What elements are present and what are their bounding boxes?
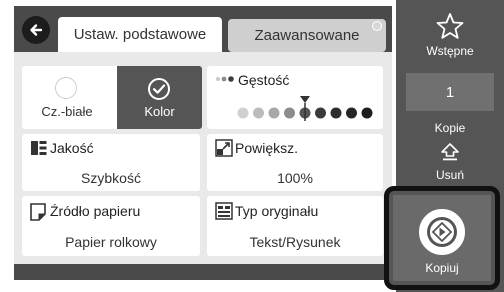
clear-button[interactable]: Usuń — [396, 140, 504, 184]
quality-icon — [31, 141, 47, 155]
density-icon — [216, 76, 234, 82]
clear-label: Usuń — [435, 168, 464, 182]
density-step — [330, 107, 342, 119]
presets-label: Wstępne — [426, 44, 474, 58]
tab-advanced[interactable]: Zaawansowane — [228, 19, 386, 52]
color-mode-card: Cz.-białe Kolor — [22, 66, 202, 129]
original-type-value: Tekst/Rysunek — [249, 234, 341, 250]
copy-button-face: Kopiuj — [393, 195, 491, 281]
quality-card[interactable]: Jakość Szybkość — [22, 134, 200, 191]
density-step — [268, 107, 280, 119]
color-option[interactable]: Kolor — [117, 66, 202, 129]
star-icon — [436, 13, 464, 39]
paper-source-card[interactable]: Źródło papieru Papier rolkowy — [22, 196, 200, 256]
back-arrow-icon — [30, 24, 43, 36]
density-step — [237, 107, 249, 119]
copy-circle — [419, 209, 465, 255]
enlarge-icon — [215, 139, 233, 157]
density-step — [284, 107, 295, 119]
density-marker — [300, 96, 310, 103]
density-step — [253, 107, 264, 119]
mono-radio-icon — [55, 77, 77, 99]
presets-button[interactable]: Wstępne — [396, 6, 504, 64]
density-step — [315, 107, 326, 119]
density-scale — [237, 96, 373, 121]
density-step — [346, 107, 357, 119]
checkmark-icon — [148, 78, 170, 100]
copies-label: Kopie — [434, 121, 466, 135]
density-label: Gęstość — [238, 72, 290, 88]
paper-source-label: Źródło papieru — [50, 203, 141, 219]
mono-label: Cz.-białe — [41, 104, 93, 119]
copies-value: 1 — [445, 83, 455, 101]
quality-label: Jakość — [50, 140, 94, 156]
enlarge-label: Powiększ. — [235, 140, 299, 156]
paper-source-value: Papier rolkowy — [65, 234, 157, 250]
mono-option[interactable]: Cz.-białe — [22, 66, 112, 129]
tab-basic-label: Ustaw. podstawowe — [73, 26, 207, 43]
quality-value: Szybkość — [81, 170, 141, 186]
tab-advanced-label: Zaawansowane — [254, 27, 360, 44]
copies-input[interactable]: 1 — [406, 73, 494, 111]
density-card[interactable]: Gęstość — [207, 66, 383, 129]
copy-screen: Ustaw. podstawowe Zaawansowane Cz.-białe… — [0, 0, 504, 292]
clear-icon — [441, 143, 459, 161]
start-icon — [427, 217, 457, 247]
back-button[interactable] — [22, 16, 50, 44]
copy-label: Kopiuj — [425, 261, 459, 275]
original-type-card[interactable]: Typ oryginału Tekst/Rysunek — [207, 196, 383, 256]
original-type-icon — [215, 202, 233, 220]
tab-basic-settings[interactable]: Ustaw. podstawowe — [58, 17, 222, 52]
enlarge-value: 100% — [277, 170, 313, 186]
original-type-label: Typ oryginału — [235, 203, 319, 219]
copy-start-button[interactable]: Kopiuj — [384, 186, 500, 290]
paper-source-icon — [30, 203, 46, 221]
color-label: Kolor — [144, 104, 175, 119]
notification-dot — [372, 21, 382, 31]
density-step — [361, 107, 373, 119]
enlarge-card[interactable]: Powiększ. 100% — [207, 134, 383, 191]
